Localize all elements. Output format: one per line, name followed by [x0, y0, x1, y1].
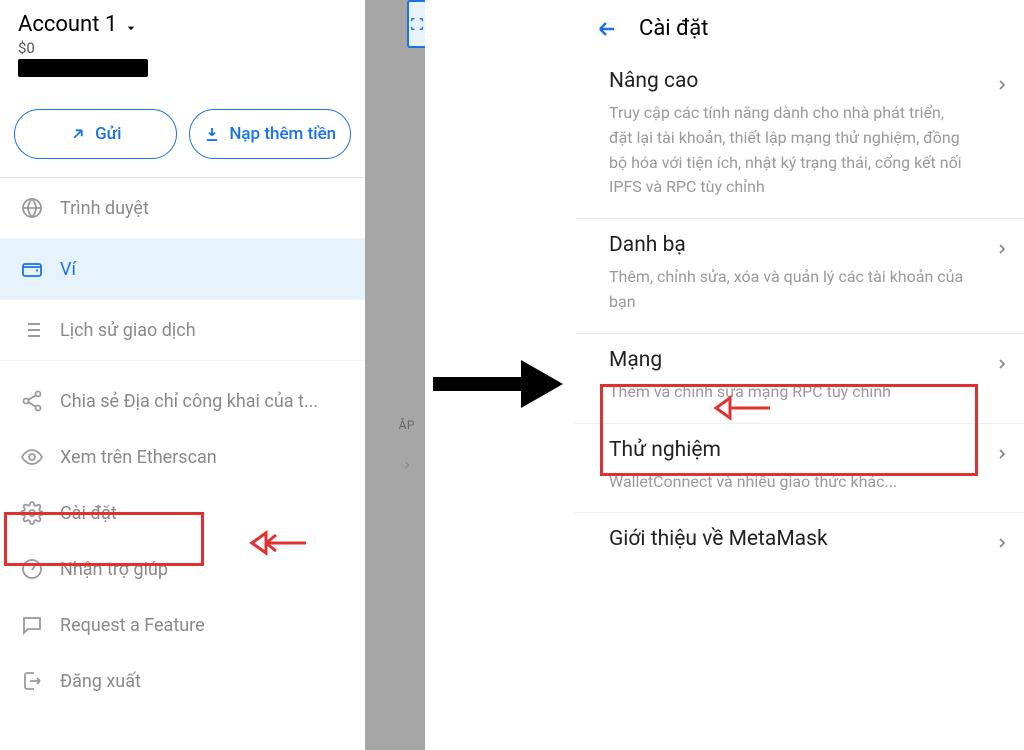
chevron-right-icon — [994, 237, 1010, 265]
annotation-arrow-left — [248, 529, 308, 561]
account-selector[interactable]: Account 1 — [18, 12, 347, 37]
setting-title: Giới thiệu về MetaMask — [609, 527, 1004, 551]
logout-icon — [20, 669, 44, 693]
back-button[interactable] — [595, 17, 619, 41]
chevron-right-icon — [401, 455, 413, 479]
menu-item-history[interactable]: Lịch sử giao dịch — [0, 300, 365, 361]
menu-item-browser[interactable]: Trình duyệt — [0, 178, 365, 239]
wallet-icon — [20, 257, 44, 281]
setting-item-about[interactable]: Giới thiệu về MetaMask — [575, 513, 1024, 577]
backdrop[interactable]: ÂP — [365, 0, 425, 750]
settings-title: Cài đặt — [639, 16, 708, 41]
chevron-down-icon — [123, 17, 139, 33]
menu-label: Ví — [60, 259, 345, 280]
annotation-highlight-networks — [600, 384, 978, 476]
eye-icon — [20, 445, 44, 469]
account-balance: $0 — [18, 39, 347, 57]
redacted-address — [18, 59, 148, 77]
globe-icon — [20, 196, 44, 220]
send-button[interactable]: Gửi — [14, 109, 177, 159]
chevron-right-icon — [994, 352, 1010, 380]
menu-label: Trình duyệt — [60, 198, 345, 219]
setting-title: Mạng — [609, 348, 1004, 372]
menu-item-request[interactable]: Request a Feature — [0, 595, 365, 651]
buy-label: Nạp thêm tiền — [229, 124, 336, 144]
annotation-flow-arrow — [433, 360, 563, 412]
menu-item-share[interactable]: Chia sẻ Địa chỉ công khai của t... — [0, 371, 365, 427]
account-name: Account 1 — [18, 12, 117, 37]
menu-label: Request a Feature — [60, 615, 345, 636]
chat-icon — [20, 613, 44, 637]
annotation-highlight-settings — [4, 512, 204, 566]
setting-item-contacts[interactable]: Danh bạ Thêm, chỉnh sửa, xóa và quản lý … — [575, 219, 1024, 334]
list-icon — [20, 318, 44, 342]
chevron-right-icon — [994, 73, 1010, 101]
setting-desc: Truy cập các tính năng dành cho nhà phát… — [609, 101, 1004, 200]
annotation-arrow-right — [712, 394, 772, 426]
setting-title: Nâng cao — [609, 69, 1004, 93]
chevron-right-icon — [994, 442, 1010, 470]
share-icon — [20, 389, 44, 413]
menu-item-logout[interactable]: Đăng xuất — [0, 651, 365, 707]
menu-label: Lịch sử giao dịch — [60, 320, 345, 341]
download-icon — [203, 125, 221, 143]
send-arrow-icon — [69, 125, 87, 143]
scan-icon — [407, 0, 425, 48]
menu-label: Chia sẻ Địa chỉ công khai của t... — [60, 391, 345, 412]
setting-item-advanced[interactable]: Nâng cao Truy cập các tính năng dành cho… — [575, 55, 1024, 219]
menu-item-wallet[interactable]: Ví — [0, 239, 365, 300]
setting-desc: Thêm, chỉnh sửa, xóa và quản lý các tài … — [609, 265, 1004, 315]
buy-button[interactable]: Nạp thêm tiền — [189, 109, 352, 159]
menu-item-etherscan[interactable]: Xem trên Etherscan — [0, 427, 365, 483]
shade-text: ÂP — [399, 418, 415, 432]
menu-label: Đăng xuất — [60, 671, 345, 692]
send-label: Gửi — [95, 124, 121, 144]
menu-label: Xem trên Etherscan — [60, 447, 345, 468]
setting-title: Danh bạ — [609, 233, 1004, 257]
chevron-right-icon — [994, 531, 1010, 559]
